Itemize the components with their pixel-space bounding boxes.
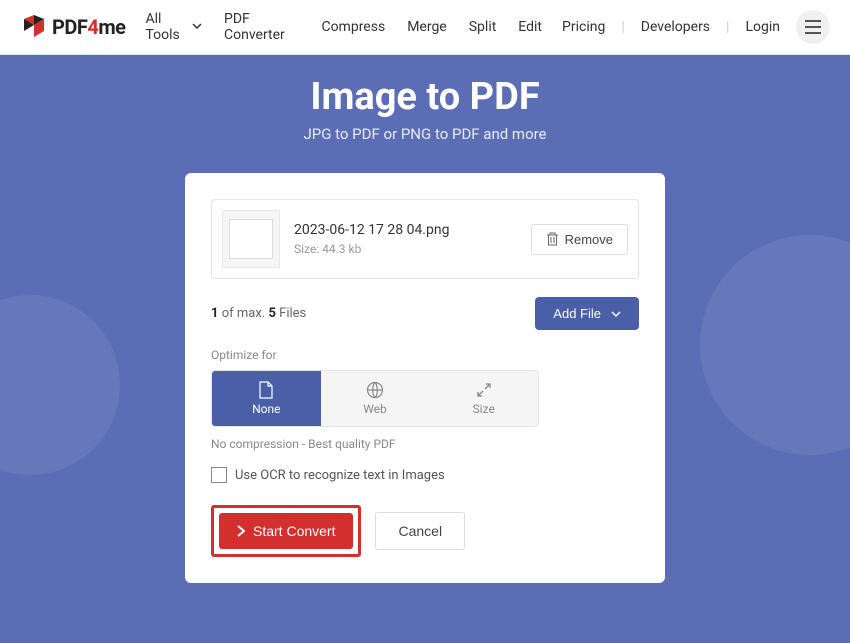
separator: |: [726, 19, 729, 35]
remove-button[interactable]: Remove: [531, 224, 628, 255]
globe-icon: [366, 381, 384, 399]
menu-button[interactable]: [796, 10, 830, 44]
start-label: Start Convert: [253, 523, 335, 539]
nav-developers[interactable]: Developers: [641, 19, 710, 35]
nav-all-tools[interactable]: All Tools: [145, 11, 202, 43]
ocr-row: Use OCR to recognize text in Images: [211, 467, 639, 483]
highlight-box: Start Convert: [211, 505, 361, 557]
logo-text: PDF4me: [52, 15, 125, 39]
add-file-button[interactable]: Add File: [535, 297, 639, 330]
trash-icon: [546, 232, 559, 246]
start-convert-button[interactable]: Start Convert: [219, 513, 353, 549]
optimize-none[interactable]: None: [212, 371, 321, 426]
header: PDF4me All Tools PDF Converter Compress …: [0, 0, 850, 55]
optimize-size-label: Size: [473, 402, 495, 416]
file-count: 1 of max. 5 Files: [211, 306, 306, 321]
file-thumbnail: [222, 210, 280, 268]
ocr-checkbox[interactable]: [211, 467, 227, 483]
compress-icon: [475, 381, 493, 399]
chevron-right-icon: [237, 525, 245, 537]
logo[interactable]: PDF4me: [20, 13, 125, 41]
file-count-mid: of max.: [218, 306, 268, 321]
file-info: 2023-06-12 17 28 04.png Size: 44.3 kb: [294, 222, 517, 256]
nav-login[interactable]: Login: [745, 19, 780, 35]
file-name: 2023-06-12 17 28 04.png: [294, 222, 517, 238]
action-row: Start Convert Cancel: [211, 505, 639, 557]
file-count-row: 1 of max. 5 Files Add File: [211, 297, 639, 330]
add-file-label: Add File: [553, 306, 601, 321]
nav-compress[interactable]: Compress: [321, 19, 385, 35]
optimize-size[interactable]: Size: [429, 371, 538, 426]
nav-pricing[interactable]: Pricing: [562, 19, 605, 35]
hamburger-icon: [805, 20, 821, 34]
logo-icon: [20, 13, 48, 41]
ocr-label: Use OCR to recognize text in Images: [235, 468, 445, 483]
document-icon: [259, 381, 273, 399]
page-title: Image to PDF: [0, 75, 850, 119]
page-subtitle: JPG to PDF or PNG to PDF and more: [0, 125, 850, 143]
chevron-down-icon: [611, 309, 621, 319]
nav-edit[interactable]: Edit: [518, 19, 542, 35]
optimize-web[interactable]: Web: [321, 371, 430, 426]
optimize-web-label: Web: [363, 402, 387, 416]
optimize-none-label: None: [252, 402, 280, 416]
nav-pdf-converter[interactable]: PDF Converter: [224, 11, 299, 43]
nav-merge[interactable]: Merge: [407, 19, 447, 35]
optimize-group: None Web Size: [211, 370, 539, 427]
file-row: 2023-06-12 17 28 04.png Size: 44.3 kb Re…: [211, 199, 639, 279]
file-size: Size: 44.3 kb: [294, 242, 517, 256]
hero: Image to PDF JPG to PDF or PNG to PDF an…: [0, 55, 850, 643]
optimize-label: Optimize for: [211, 348, 639, 362]
file-count-suffix: Files: [276, 306, 306, 321]
file-count-max: 5: [268, 306, 275, 321]
nav-all-tools-label: All Tools: [145, 11, 188, 43]
chevron-down-icon: [192, 19, 202, 35]
nav-right: Pricing | Developers | Login: [562, 10, 830, 44]
remove-label: Remove: [565, 232, 613, 247]
optimize-hint: No compression - Best quality PDF: [211, 437, 639, 451]
upload-card: 2023-06-12 17 28 04.png Size: 44.3 kb Re…: [185, 173, 665, 583]
separator: |: [621, 19, 624, 35]
cancel-button[interactable]: Cancel: [375, 512, 465, 550]
nav-split[interactable]: Split: [469, 19, 497, 35]
nav-left: All Tools PDF Converter Compress Merge S…: [145, 11, 542, 43]
